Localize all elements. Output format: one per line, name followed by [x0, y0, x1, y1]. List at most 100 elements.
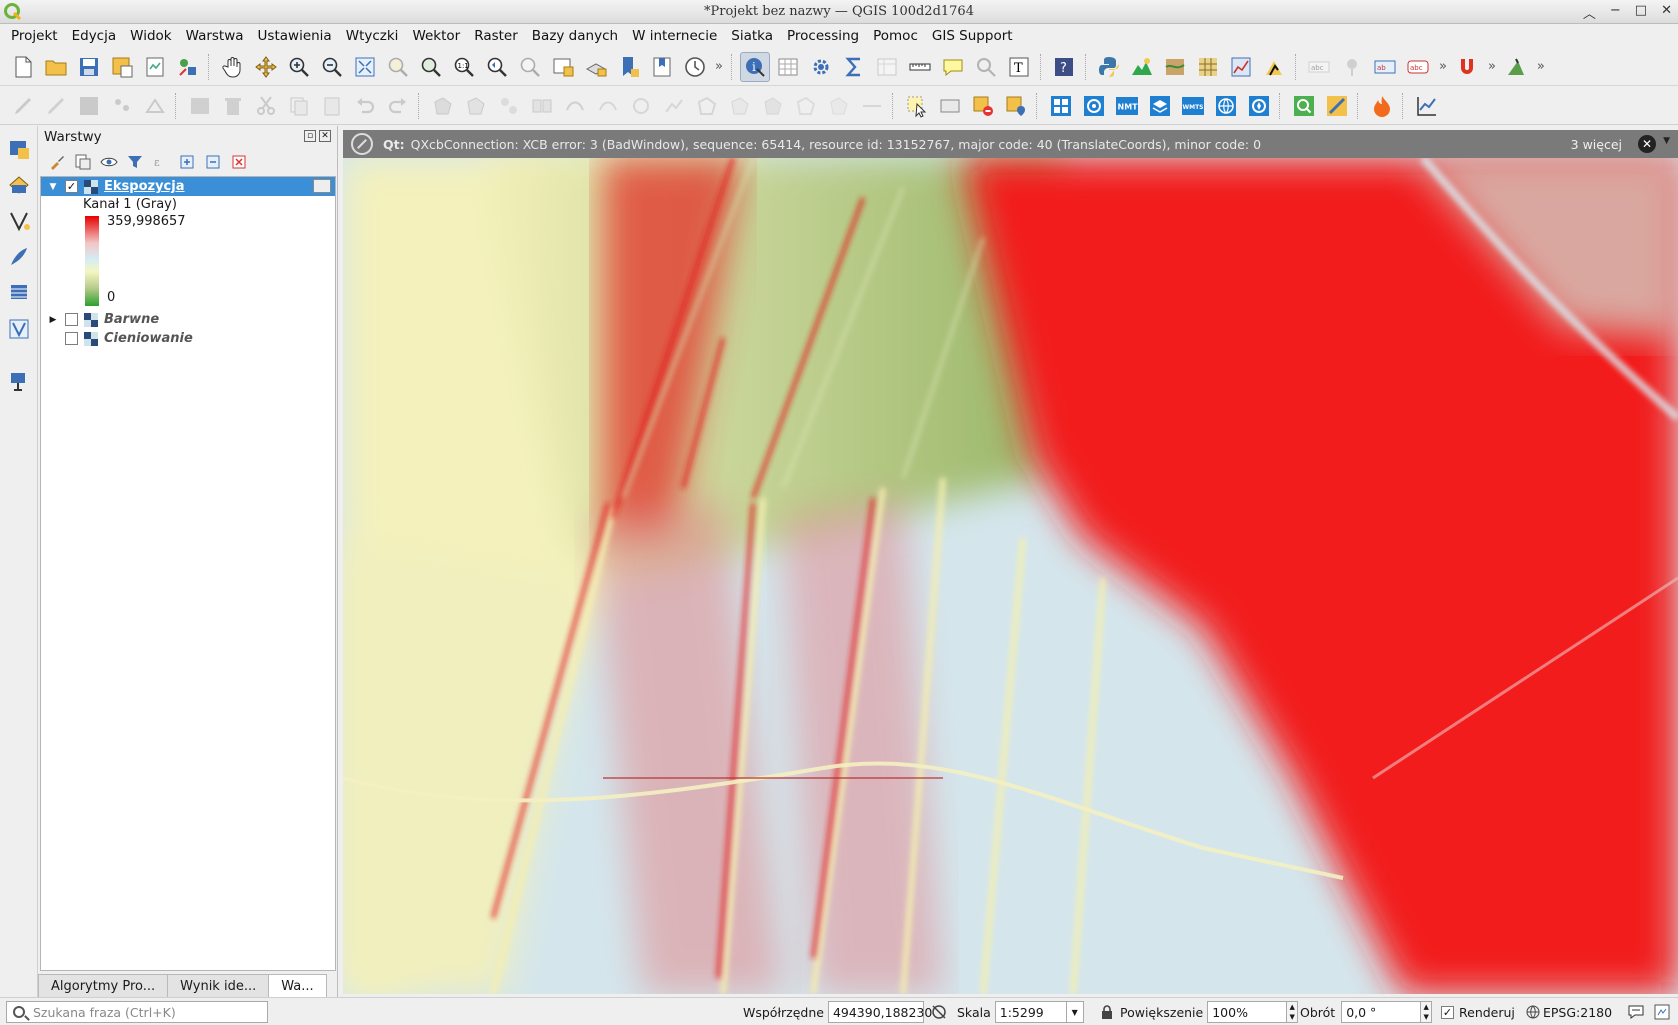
open-attribute-table-button[interactable] — [773, 52, 803, 82]
add-spatialite-button[interactable] — [4, 242, 34, 272]
paste-button[interactable] — [317, 91, 347, 121]
plugin-globe-button[interactable] — [1211, 91, 1241, 121]
add-feature-button[interactable] — [107, 91, 137, 121]
zoom-last-button[interactable] — [482, 52, 512, 82]
layer-tree[interactable]: ▼ ✓ Ekspozycja Kanał 1 (Gray) 359,998657… — [40, 176, 336, 971]
zoom-native-button[interactable]: 1:1 — [449, 52, 479, 82]
digitizing-tool-13-button[interactable] — [824, 91, 854, 121]
deselect-all-button[interactable] — [968, 91, 998, 121]
filter-legend-button[interactable] — [124, 151, 146, 173]
toolbar-overflow-icon[interactable]: » — [1537, 59, 1545, 74]
undock-icon[interactable]: ▫ — [304, 130, 316, 142]
expand-arrow-icon[interactable]: ▶ — [46, 315, 60, 325]
more-messages-link[interactable]: 3 więcej — [1571, 137, 1622, 152]
modify-attributes-button[interactable] — [185, 91, 215, 121]
toggle-editing-button[interactable] — [41, 91, 71, 121]
processing-icon[interactable] — [1653, 1003, 1671, 1021]
plugin-map-tool-button[interactable] — [1322, 91, 1352, 121]
add-delimited-text-button[interactable] — [4, 206, 34, 236]
restore-icon[interactable]: − — [1610, 3, 1621, 22]
close-message-icon[interactable]: ✕ — [1638, 135, 1656, 153]
zoom-out-button[interactable] — [317, 52, 347, 82]
minimize-icon[interactable]: ︿ — [1583, 3, 1596, 22]
toolbar-overflow-icon[interactable]: » — [715, 59, 723, 74]
close-panel-icon[interactable]: ✕ — [319, 130, 331, 142]
digitizing-tool-1-button[interactable] — [428, 91, 458, 121]
plugin-search-button[interactable] — [1289, 91, 1319, 121]
menu-ustawienia[interactable]: Ustawienia — [251, 28, 339, 44]
copy-button[interactable] — [284, 91, 314, 121]
temporal-controller-button[interactable] — [680, 52, 710, 82]
remove-layer-button[interactable] — [228, 151, 250, 173]
expand-all-button[interactable] — [176, 151, 198, 173]
layer-row-cieniowanie[interactable]: Cieniowanie — [41, 329, 335, 348]
field-calculator-button[interactable] — [872, 52, 902, 82]
open-project-button[interactable] — [41, 52, 71, 82]
menu-widok[interactable]: Widok — [123, 28, 178, 44]
label-tool-button[interactable]: abc — [1304, 52, 1334, 82]
add-group-button[interactable] — [72, 151, 94, 173]
messages-group[interactable] — [1627, 998, 1671, 1025]
close-icon[interactable]: ✕ — [1661, 3, 1672, 22]
rotation-spin-icon[interactable]: ▲ ▼ — [1420, 1001, 1433, 1023]
style-manager-button[interactable] — [173, 52, 203, 82]
vertex-tool-button[interactable] — [140, 91, 170, 121]
layer-visibility-checkbox[interactable] — [65, 313, 78, 326]
plugin-graph-button[interactable] — [1412, 91, 1442, 121]
add-vector-layer-button[interactable] — [4, 170, 34, 200]
help-button[interactable]: ? — [1049, 52, 1079, 82]
toolbar-overflow-icon[interactable]: » — [1439, 59, 1447, 74]
python-console-button[interactable] — [1094, 52, 1124, 82]
toolbar-overflow-icon[interactable]: » — [1488, 59, 1496, 74]
select-by-location-button[interactable] — [1001, 91, 1031, 121]
digitizing-tool-8-button[interactable] — [659, 91, 689, 121]
plugin-map-button[interactable] — [1160, 52, 1190, 82]
tab-wynik-identyfikacji[interactable]: Wynik ide... — [167, 974, 270, 998]
print-layout-button[interactable] — [140, 52, 170, 82]
plugin-dashboard-button[interactable] — [1046, 91, 1076, 121]
layer-row-ekspozycja[interactable]: ▼ ✓ Ekspozycja — [41, 177, 335, 196]
identify-features-button[interactable]: i — [740, 51, 771, 82]
message-menu-arrow-icon[interactable]: ▼ — [1663, 136, 1670, 146]
digitizing-tool-9-button[interactable] — [692, 91, 722, 121]
plugin-wmts-button[interactable]: WMTS — [1178, 91, 1208, 121]
plugin-compass-button[interactable] — [1244, 91, 1274, 121]
plugin-chart-button[interactable] — [1226, 52, 1256, 82]
layer-visibility-checkbox[interactable]: ✓ — [65, 180, 78, 193]
measure-button[interactable] — [905, 52, 935, 82]
digitizing-tool-5-button[interactable] — [560, 91, 590, 121]
digitizing-tool-3-button[interactable] — [494, 91, 524, 121]
plugin-nmt-button[interactable]: NMT — [1112, 91, 1142, 121]
map-canvas[interactable] — [343, 158, 1678, 994]
text-annotation-button[interactable]: T — [1004, 52, 1034, 82]
magnet-plugin-button[interactable] — [1452, 52, 1482, 82]
menu-w-internecie[interactable]: W internecie — [625, 28, 724, 44]
save-edits-button[interactable] — [74, 91, 104, 121]
menu-bazy-danych[interactable]: Bazy danych — [525, 28, 625, 44]
new-bookmark-button[interactable] — [614, 52, 644, 82]
diagram-labels-button[interactable]: abc — [1403, 52, 1433, 82]
zoom-to-selection-button[interactable] — [383, 52, 413, 82]
new-project-button[interactable] — [8, 52, 38, 82]
coordinates-field[interactable]: 494390,188230 — [827, 1001, 932, 1023]
plugin-flame-button[interactable] — [1367, 91, 1397, 121]
digitizing-tool-11-button[interactable] — [758, 91, 788, 121]
crs-group[interactable]: EPSG:2180 — [1526, 998, 1612, 1025]
show-bookmarks-button[interactable] — [647, 52, 677, 82]
plugin-layers-button[interactable] — [1145, 91, 1175, 121]
digitizing-tool-6-button[interactable] — [593, 91, 623, 121]
tab-algorytmy[interactable]: Algorytmy Pro... — [38, 974, 169, 998]
layer-labeling-button[interactable]: ab — [1370, 52, 1400, 82]
collapse-all-button[interactable] — [202, 151, 224, 173]
style-layer-button[interactable] — [46, 151, 68, 173]
digitizing-tool-14-button[interactable] — [857, 91, 887, 121]
current-edits-button[interactable] — [8, 91, 38, 121]
new-map-view-button[interactable] — [548, 52, 578, 82]
layer-legend-toggle[interactable] — [313, 179, 331, 193]
add-layer-tool-button[interactable] — [4, 366, 34, 396]
manage-visibility-button[interactable] — [98, 151, 120, 173]
coordinate-toggle-icon[interactable] — [930, 1003, 948, 1021]
menu-projekt[interactable]: Projekt — [4, 28, 65, 44]
digitizing-tool-7-button[interactable] — [626, 91, 656, 121]
toolbox-button[interactable] — [806, 52, 836, 82]
